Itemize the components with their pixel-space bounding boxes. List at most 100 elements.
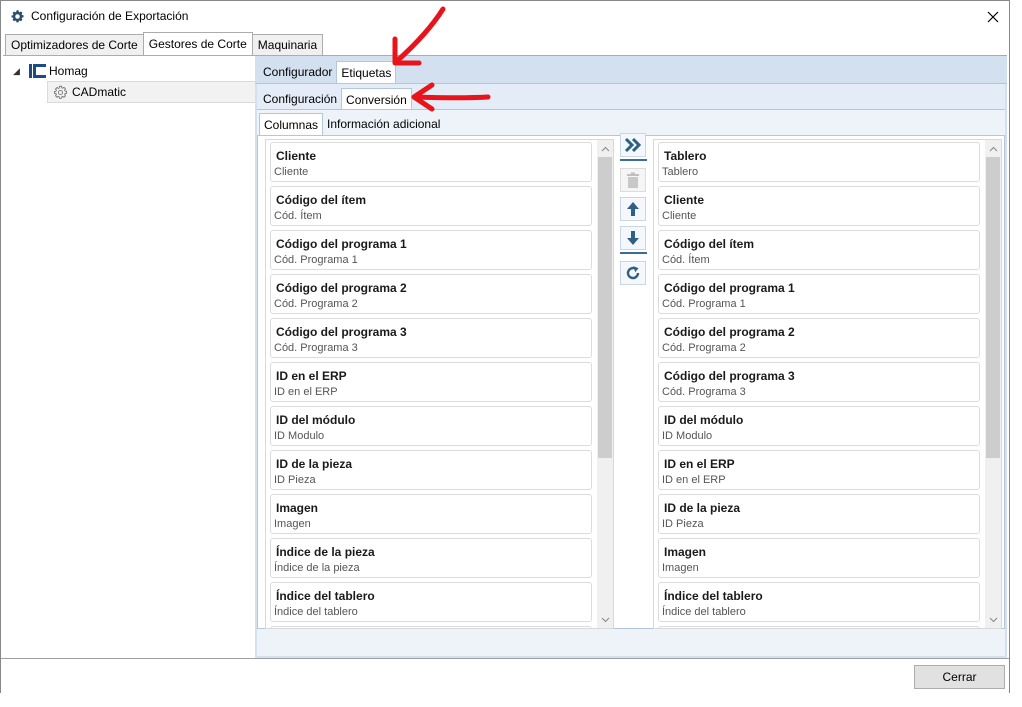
selected-columns-list[interactable]: Tablero Tablero Cliente Cliente Código del í… xyxy=(653,139,1002,629)
vertical-scrollbar[interactable] xyxy=(985,140,1001,628)
column-item[interactable]: Código del programa 2 Cód. Programa 2 xyxy=(658,318,980,358)
trash-icon xyxy=(627,172,639,188)
homag-logo-icon xyxy=(29,64,46,78)
column-item[interactable]: Índice de la pieza xyxy=(658,626,980,628)
column-title: Imagen xyxy=(276,501,319,515)
column-title: Índice de la pieza xyxy=(276,545,375,559)
tab-gestores-de-corte[interactable]: Gestores de Corte xyxy=(142,32,253,55)
column-item[interactable]: Código del programa 1 Cód. Programa 1 xyxy=(658,274,980,314)
column-item[interactable]: Índice del tablero Índice del tablero xyxy=(658,582,980,622)
tree-item-label: CADmatic xyxy=(72,85,127,99)
column-alias: Cód. Programa 3 xyxy=(274,342,358,354)
etiquetas-panel: Configuración Conversión Columnas Inform… xyxy=(257,84,1005,656)
column-alias: ID Modulo xyxy=(274,430,325,442)
tab-strip-level3: Columnas Información adicional xyxy=(259,113,444,135)
column-item[interactable]: Cliente Cliente xyxy=(270,142,592,182)
column-item[interactable]: Código del programa 1 Cód. Programa 1 xyxy=(270,230,592,270)
manager-tree: ◢ Homag CADmatic xyxy=(3,56,257,658)
column-item[interactable]: ID de la pieza ID Pieza xyxy=(658,494,980,534)
scroll-down-icon[interactable] xyxy=(597,611,613,628)
dialog-footer: Cerrar xyxy=(1,658,1009,693)
column-alias: Cód. Ítem xyxy=(662,254,710,266)
window-close-button[interactable] xyxy=(977,1,1009,32)
add-all-button[interactable] xyxy=(620,133,646,157)
column-alias: Índice del tablero xyxy=(662,606,746,618)
column-item[interactable]: Código del ítem Cód. Ítem xyxy=(270,186,592,226)
tab-conversion[interactable]: Conversión xyxy=(341,88,412,110)
column-title: ID en el ERP xyxy=(276,369,347,383)
reset-button[interactable] xyxy=(620,261,646,285)
column-item[interactable]: Código del programa 2 Cód. Programa 2 xyxy=(270,274,592,314)
scroll-thumb[interactable] xyxy=(986,157,1000,458)
columns-editor: Cliente Cliente Código del ítem Cód. Ítem Có… xyxy=(257,133,1005,629)
expand-arrow-icon[interactable]: ◢ xyxy=(13,66,29,77)
conversion-panel: Columnas Información adicional Cliente Cl… xyxy=(257,110,1005,656)
scroll-down-icon[interactable] xyxy=(985,611,1001,628)
column-alias: Imagen xyxy=(274,518,311,530)
column-alias: Imagen xyxy=(662,562,699,574)
scroll-up-icon[interactable] xyxy=(597,140,613,157)
column-alias: Cód. Programa 1 xyxy=(274,254,358,266)
column-title: Código del programa 1 xyxy=(664,281,795,295)
column-item[interactable]: Tablero Tablero xyxy=(658,142,980,182)
column-item[interactable]: Código del programa 3 Cód. Programa 3 xyxy=(658,362,980,402)
tab-columnas[interactable]: Columnas xyxy=(259,113,324,135)
column-item[interactable]: ID del módulo ID Modulo xyxy=(270,406,592,446)
vertical-scrollbar[interactable] xyxy=(597,140,613,628)
column-title: Índice del tablero xyxy=(276,589,375,603)
available-columns-list[interactable]: Cliente Cliente Código del ítem Cód. Ítem Có… xyxy=(265,139,614,629)
gear-icon xyxy=(54,85,67,99)
column-title: Código del ítem xyxy=(664,237,754,251)
scroll-thumb[interactable] xyxy=(598,157,612,458)
column-alias: Cód. Programa 3 xyxy=(662,386,746,398)
column-title: Imagen xyxy=(664,545,707,559)
column-alias: Cliente xyxy=(662,210,697,222)
column-item[interactable]: Imagen Imagen xyxy=(658,538,980,578)
column-item[interactable]: ID del módulo ID Modulo xyxy=(658,406,980,446)
delete-button[interactable] xyxy=(620,168,646,192)
move-up-button[interactable] xyxy=(620,197,646,221)
tab-strip-level1: Configurador Etiquetas xyxy=(259,61,397,83)
tree-item-homag[interactable]: ◢ Homag xyxy=(13,61,88,81)
column-alias: ID en el ERP xyxy=(274,386,338,398)
column-item[interactable]: Código del ítem Cód. Ítem xyxy=(658,230,980,270)
column-title: Código del programa 3 xyxy=(276,325,407,339)
column-title: Cliente xyxy=(664,193,705,207)
column-alias: Índice del tablero xyxy=(274,606,358,618)
column-title: Cliente xyxy=(276,149,317,163)
move-down-button[interactable] xyxy=(620,226,646,250)
column-item[interactable]: ID en el ERP ID en el ERP xyxy=(270,362,592,402)
column-title: Índice del tablero xyxy=(664,589,763,603)
column-title: Código del ítem xyxy=(276,193,366,207)
column-item[interactable]: ID de la pieza ID Pieza xyxy=(270,450,592,490)
column-item[interactable]: Índice del tablero Índice del tablero xyxy=(270,582,592,622)
column-item[interactable]: Imagen Imagen xyxy=(270,494,592,534)
column-item[interactable]: ID en el ERP ID en el ERP xyxy=(658,450,980,490)
scroll-up-icon[interactable] xyxy=(985,140,1001,157)
main-tab-strip: Optimizadores de Corte Gestores de Corte… xyxy=(5,32,324,56)
tab-configurador[interactable]: Configurador xyxy=(259,61,336,83)
arrow-down-icon xyxy=(627,231,639,245)
column-item[interactable]: Código del programa 3 Cód. Programa 3 xyxy=(270,318,592,358)
close-icon xyxy=(987,11,999,22)
tree-item-cadmatic[interactable]: CADmatic xyxy=(47,81,257,103)
arrow-up-icon xyxy=(627,202,639,216)
cerrar-button[interactable]: Cerrar xyxy=(914,665,1005,689)
tab-etiquetas[interactable]: Etiquetas xyxy=(336,61,397,83)
tab-maquinaria[interactable]: Maquinaria xyxy=(251,34,324,55)
tab-optimizadores-de-corte[interactable]: Optimizadores de Corte xyxy=(5,34,144,55)
column-item[interactable]: Item sem ID xyxy=(270,626,592,628)
column-title: Tablero xyxy=(664,149,707,163)
column-alias: Cód. Ítem xyxy=(274,210,322,222)
column-alias: ID Pieza xyxy=(274,474,316,486)
tab-configuracion[interactable]: Configuración xyxy=(259,88,341,110)
tree-item-label: Homag xyxy=(49,64,88,78)
export-config-window: Configuración de Exportación Optimizador… xyxy=(0,0,1010,693)
column-title: Código del programa 2 xyxy=(276,281,407,295)
tab-informacion-adicional[interactable]: Información adicional xyxy=(323,113,444,135)
list-items: Cliente Cliente Código del ítem Cód. Ítem Có… xyxy=(266,140,599,628)
column-title: ID del módulo xyxy=(276,413,356,427)
tab-strip-level2: Configuración Conversión xyxy=(259,88,412,110)
column-item[interactable]: Índice de la pieza Índice de la pieza xyxy=(270,538,592,578)
column-item[interactable]: Cliente Cliente xyxy=(658,186,980,226)
